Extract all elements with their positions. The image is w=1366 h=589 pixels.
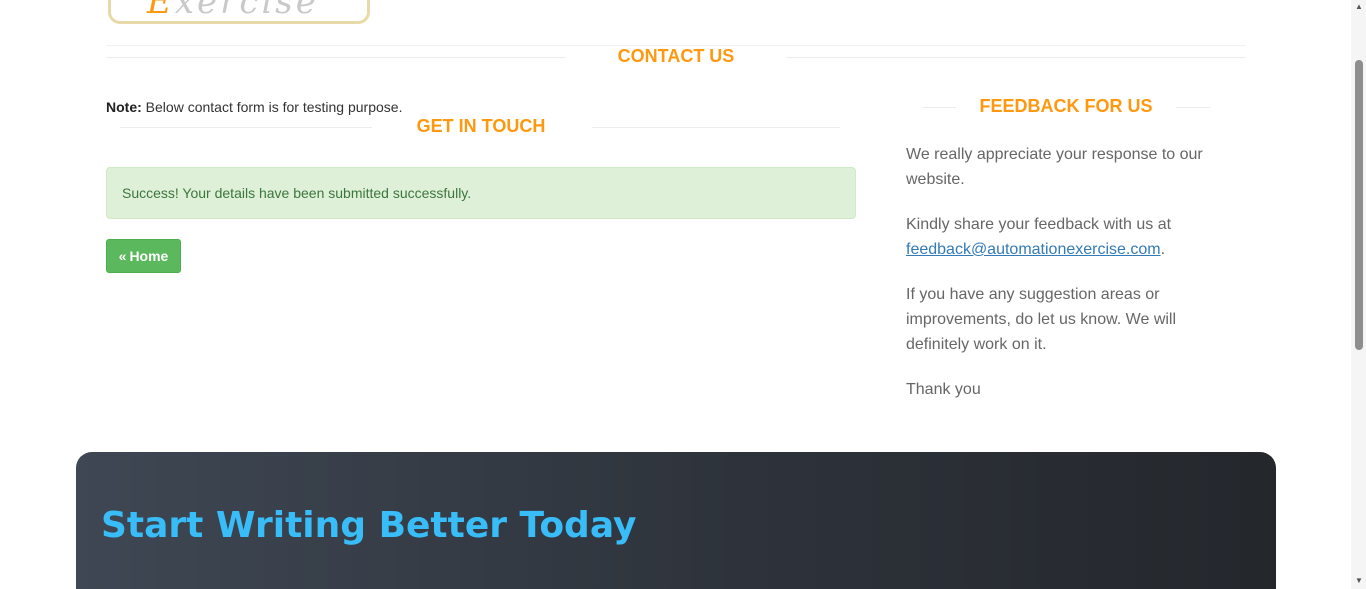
success-message: Success! Your details have been submitte…	[122, 185, 472, 201]
feedback-paragraph-3: If you have any suggestion areas or impr…	[906, 286, 1177, 353]
scroll-up-arrow-icon[interactable]: ▲	[1355, 2, 1363, 11]
note-text: Below contact form is for testing purpos…	[141, 99, 403, 115]
contact-heading-rule-left	[106, 57, 566, 58]
get-in-touch-rule-left	[120, 127, 372, 128]
promo-banner: Start Writing Better Today	[76, 452, 1276, 589]
feedback-paragraph-1: We really appreciate your response to ou…	[906, 146, 1203, 188]
site-logo[interactable]: Exercise	[108, 0, 370, 24]
note-label: Note:	[106, 99, 142, 115]
home-button-label: Home	[129, 248, 169, 264]
feedback-p2-suffix: .	[1160, 241, 1166, 258]
banner-title: Start Writing Better Today	[101, 505, 637, 546]
feedback-paragraph-4: Thank you	[906, 381, 981, 398]
home-button[interactable]: « Home	[106, 239, 181, 273]
page-scrollbar[interactable]: ▲ ▼	[1351, 0, 1366, 589]
feedback-p2-text: Kindly share your feedback with us at	[906, 216, 1172, 233]
feedback-heading-rule-left	[922, 107, 956, 108]
contact-us-heading: Contact Us	[617, 46, 735, 66]
scrollbar-thumb[interactable]	[1355, 60, 1363, 350]
angle-double-left-icon: «	[118, 248, 127, 264]
logo-first-letter: E	[147, 0, 175, 22]
feedback-heading: Feedback For Us	[979, 96, 1153, 116]
success-alert: Success! Your details have been submitte…	[106, 167, 856, 219]
logo-rest: xercise	[174, 0, 319, 22]
get-in-touch-rule-right	[592, 127, 840, 128]
feedback-email-link[interactable]: feedback@automationexercise.com	[906, 241, 1161, 258]
scroll-down-arrow-icon[interactable]: ▼	[1355, 576, 1363, 585]
testing-note: Note: Below contact form is for testing …	[106, 99, 402, 115]
feedback-heading-rule-right	[1176, 107, 1210, 108]
get-in-touch-heading: Get In Touch	[416, 116, 546, 136]
feedback-paragraph-2: Kindly share your feedback with us at fe…	[906, 212, 1216, 262]
contact-heading-rule-right	[786, 57, 1246, 58]
logo-text: Exercise	[147, 0, 319, 19]
